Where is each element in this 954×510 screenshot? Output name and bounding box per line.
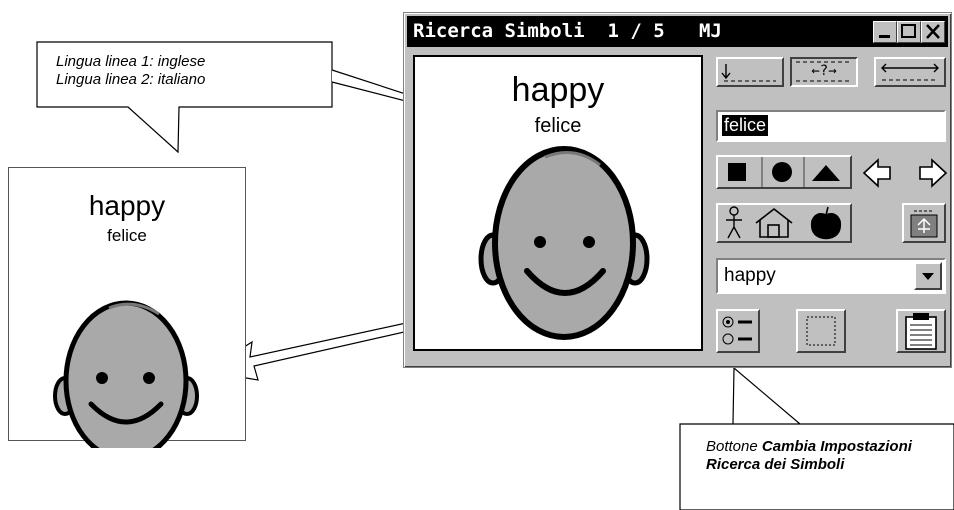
category-group	[716, 203, 852, 243]
apple-icon	[810, 206, 842, 240]
symbol-card: happy felice	[8, 167, 246, 448]
maximize-button[interactable]	[897, 21, 921, 43]
card-word-line2: felice	[107, 226, 147, 245]
radio-options-icon	[722, 316, 752, 345]
house-icon	[755, 207, 793, 238]
window-title: Ricerca Simboli 1 / 5 MJ	[413, 20, 722, 42]
callout-bottom-plain: Bottone	[706, 438, 762, 455]
triangle-icon	[812, 165, 840, 181]
callout-line-2: Lingua linea 2: italiano	[56, 71, 206, 88]
position-below-button[interactable]	[716, 57, 784, 87]
minimize-button[interactable]	[873, 21, 897, 43]
arrow-left-icon	[862, 158, 891, 188]
search-input-value: felice	[722, 115, 769, 136]
callout-bottom-text: Bottone Cambia Impostazioni Ricerca dei …	[706, 438, 946, 474]
maximize-icon	[901, 24, 916, 38]
shape-filter-group	[716, 155, 852, 189]
preview-word-line1: happy	[511, 71, 605, 109]
callout-top-text: Lingua linea 1: inglese Lingua linea 2: …	[56, 53, 326, 89]
search-input[interactable]: felice	[716, 110, 946, 142]
square-icon	[728, 163, 746, 181]
close-button[interactable]	[921, 21, 945, 43]
title-bar[interactable]: Ricerca Simboli 1 / 5 MJ	[407, 16, 948, 47]
dropdown-arrow-icon	[922, 273, 934, 280]
happy-face-icon	[53, 300, 199, 448]
position-unknown-button[interactable]: ←?→	[790, 57, 858, 87]
frame-symbol-icon	[910, 210, 938, 238]
symbol-dropdown[interactable]: happy	[716, 258, 946, 294]
dropdown-arrow-button[interactable]	[914, 262, 942, 290]
dotted-frame-icon	[806, 316, 836, 346]
dropdown-value: happy	[724, 265, 776, 286]
preview-happy-face-icon	[478, 146, 650, 340]
search-settings-button[interactable]	[716, 309, 760, 353]
minimize-icon	[879, 35, 890, 38]
dotted-frame-button[interactable]	[796, 309, 846, 353]
clipboard-icon	[905, 313, 937, 350]
symbol-preview: happy felice	[413, 55, 703, 351]
clipboard-button[interactable]	[896, 309, 946, 353]
close-icon	[926, 24, 940, 39]
callout-line-1: Lingua linea 1: inglese	[56, 53, 206, 70]
arrow-right-icon	[919, 158, 948, 188]
frame-symbol-button[interactable]	[902, 203, 946, 243]
position-wide-button[interactable]	[874, 57, 946, 87]
circle-icon	[772, 162, 792, 182]
card-word-line1: happy	[88, 190, 166, 221]
person-icon	[726, 206, 742, 239]
preview-word-line2: felice	[534, 115, 582, 137]
symbol-search-window: Ricerca Simboli 1 / 5 MJ happy felice ←?…	[403, 12, 952, 368]
